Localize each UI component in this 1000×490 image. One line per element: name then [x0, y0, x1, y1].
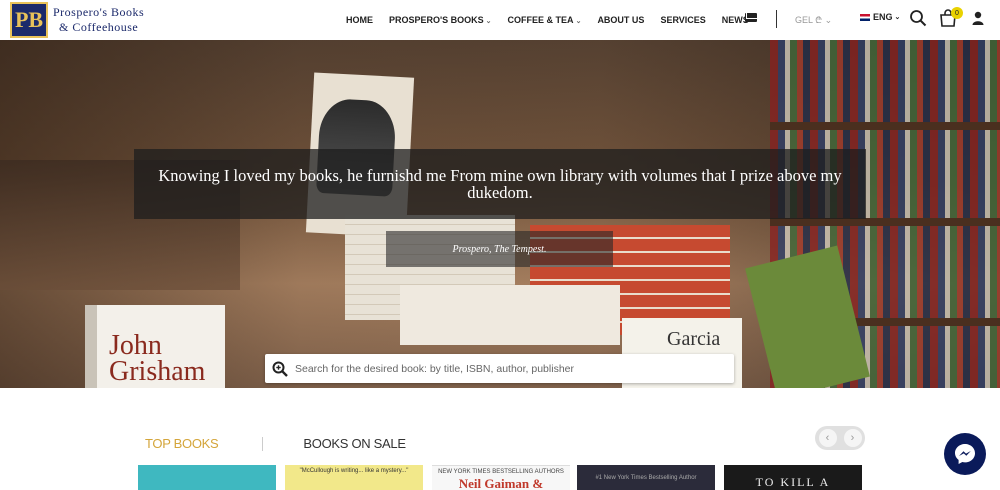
- book-card-title: TO KILL A: [755, 475, 831, 489]
- chevron-down-icon: ⌄: [575, 18, 582, 25]
- nav-about-us-label: ABOUT US: [597, 15, 645, 25]
- book-stack: [400, 285, 620, 345]
- site-header: PB Prospero's Books & Coffeehouse HOME P…: [0, 0, 1000, 40]
- logo[interactable]: PB Prospero's Books & Coffeehouse: [10, 2, 144, 38]
- carousel-next-button[interactable]: ›: [843, 429, 862, 447]
- shelf-plank: [770, 218, 1000, 226]
- nav-services[interactable]: SERVICES: [660, 15, 705, 25]
- book-cover: John Grisham: [85, 305, 225, 388]
- logo-line-2: & Coffeehouse: [59, 20, 139, 34]
- logo-text: Prospero's Books & Coffeehouse: [53, 5, 144, 35]
- nav-services-label: SERVICES: [660, 15, 706, 25]
- book-card[interactable]: NEW YORK TIMES BESTSELLING AUTHORS Neil …: [432, 465, 570, 490]
- nav-coffee-tea[interactable]: COFFEE & TEA ⌄: [508, 15, 582, 25]
- nav-home[interactable]: HOME: [346, 15, 373, 25]
- shelf-plank: [770, 122, 1000, 130]
- quote-box: Knowing I loved my books, he furnishd me…: [134, 149, 866, 219]
- tab-divider: [262, 436, 264, 451]
- currency-selector[interactable]: GEL ₾ ⌄: [795, 13, 832, 26]
- mail-icon[interactable]: [745, 13, 757, 22]
- book-tabs: TOP BOOKS BOOKS ON SALE: [145, 436, 406, 451]
- logo-line-1: Prospero's Books: [53, 5, 145, 19]
- header-divider: [776, 10, 777, 28]
- book-card-caption: NEW YORK TIMES BESTSELLING AUTHORS: [438, 469, 564, 475]
- book-card[interactable]: "McCullough is writing... like a mystery…: [285, 465, 423, 490]
- tab-top-books[interactable]: TOP BOOKS: [145, 436, 219, 451]
- messenger-icon: [955, 444, 975, 464]
- main-nav: HOME PROSPERO'S BOOKS ⌄ COFFEE & TEA ⌄ ABO…: [346, 0, 765, 40]
- cart-count-badge: 0: [951, 7, 963, 19]
- tab-books-on-sale[interactable]: BOOKS ON SALE: [303, 436, 406, 451]
- attribution-box: Prospero, The Tempest.: [386, 231, 613, 267]
- user-icon[interactable]: [972, 11, 984, 25]
- currency-label: GEL ₾: [795, 15, 823, 25]
- book-card[interactable]: [138, 465, 276, 490]
- book-cover-text: Garcia: [667, 328, 721, 350]
- language-label: ENG: [873, 12, 893, 22]
- uk-flag-icon: [860, 13, 870, 21]
- nav-home-label: HOME: [346, 15, 373, 25]
- logo-mark: PB: [10, 2, 48, 38]
- book-card[interactable]: #1 New York Times Bestselling Author: [577, 465, 715, 490]
- hero-quote: Knowing I loved my books, he furnishd me…: [158, 166, 842, 202]
- nav-prosperos-books-label: PROSPERO'S BOOKS: [389, 15, 484, 25]
- search-icon[interactable]: [909, 9, 927, 27]
- nav-prosperos-books[interactable]: PROSPERO'S BOOKS ⌄: [389, 15, 492, 25]
- book-card[interactable]: TO KILL A: [724, 465, 862, 490]
- nav-about-us[interactable]: ABOUT US: [597, 15, 644, 25]
- chevron-down-icon: ⌄: [824, 15, 833, 25]
- book-search-bar: [265, 354, 734, 383]
- chevron-down-icon: ⌄: [894, 14, 901, 21]
- search-icon[interactable]: [265, 354, 295, 383]
- book-card-caption: #1 New York Times Bestselling Author: [595, 475, 697, 481]
- book-card-caption: "McCullough is writing... like a mystery…: [299, 468, 409, 474]
- chevron-down-icon: ⌄: [485, 18, 492, 25]
- language-selector[interactable]: ENG ⌄: [860, 12, 900, 22]
- carousel-controls: ‹ ›: [815, 426, 865, 450]
- hero-banner: Garcia John Grisham Knowing I loved my b…: [0, 40, 1000, 388]
- nav-coffee-tea-label: COFFEE & TEA: [507, 15, 574, 25]
- book-cover-text: John Grisham: [109, 330, 206, 387]
- hero-attribution: Prospero, The Tempest.: [452, 243, 547, 255]
- carousel-prev-button[interactable]: ‹: [818, 429, 837, 447]
- messenger-chat-button[interactable]: [944, 433, 986, 475]
- book-search-input[interactable]: [295, 362, 715, 375]
- book-card-title: Neil Gaiman &: [458, 476, 544, 490]
